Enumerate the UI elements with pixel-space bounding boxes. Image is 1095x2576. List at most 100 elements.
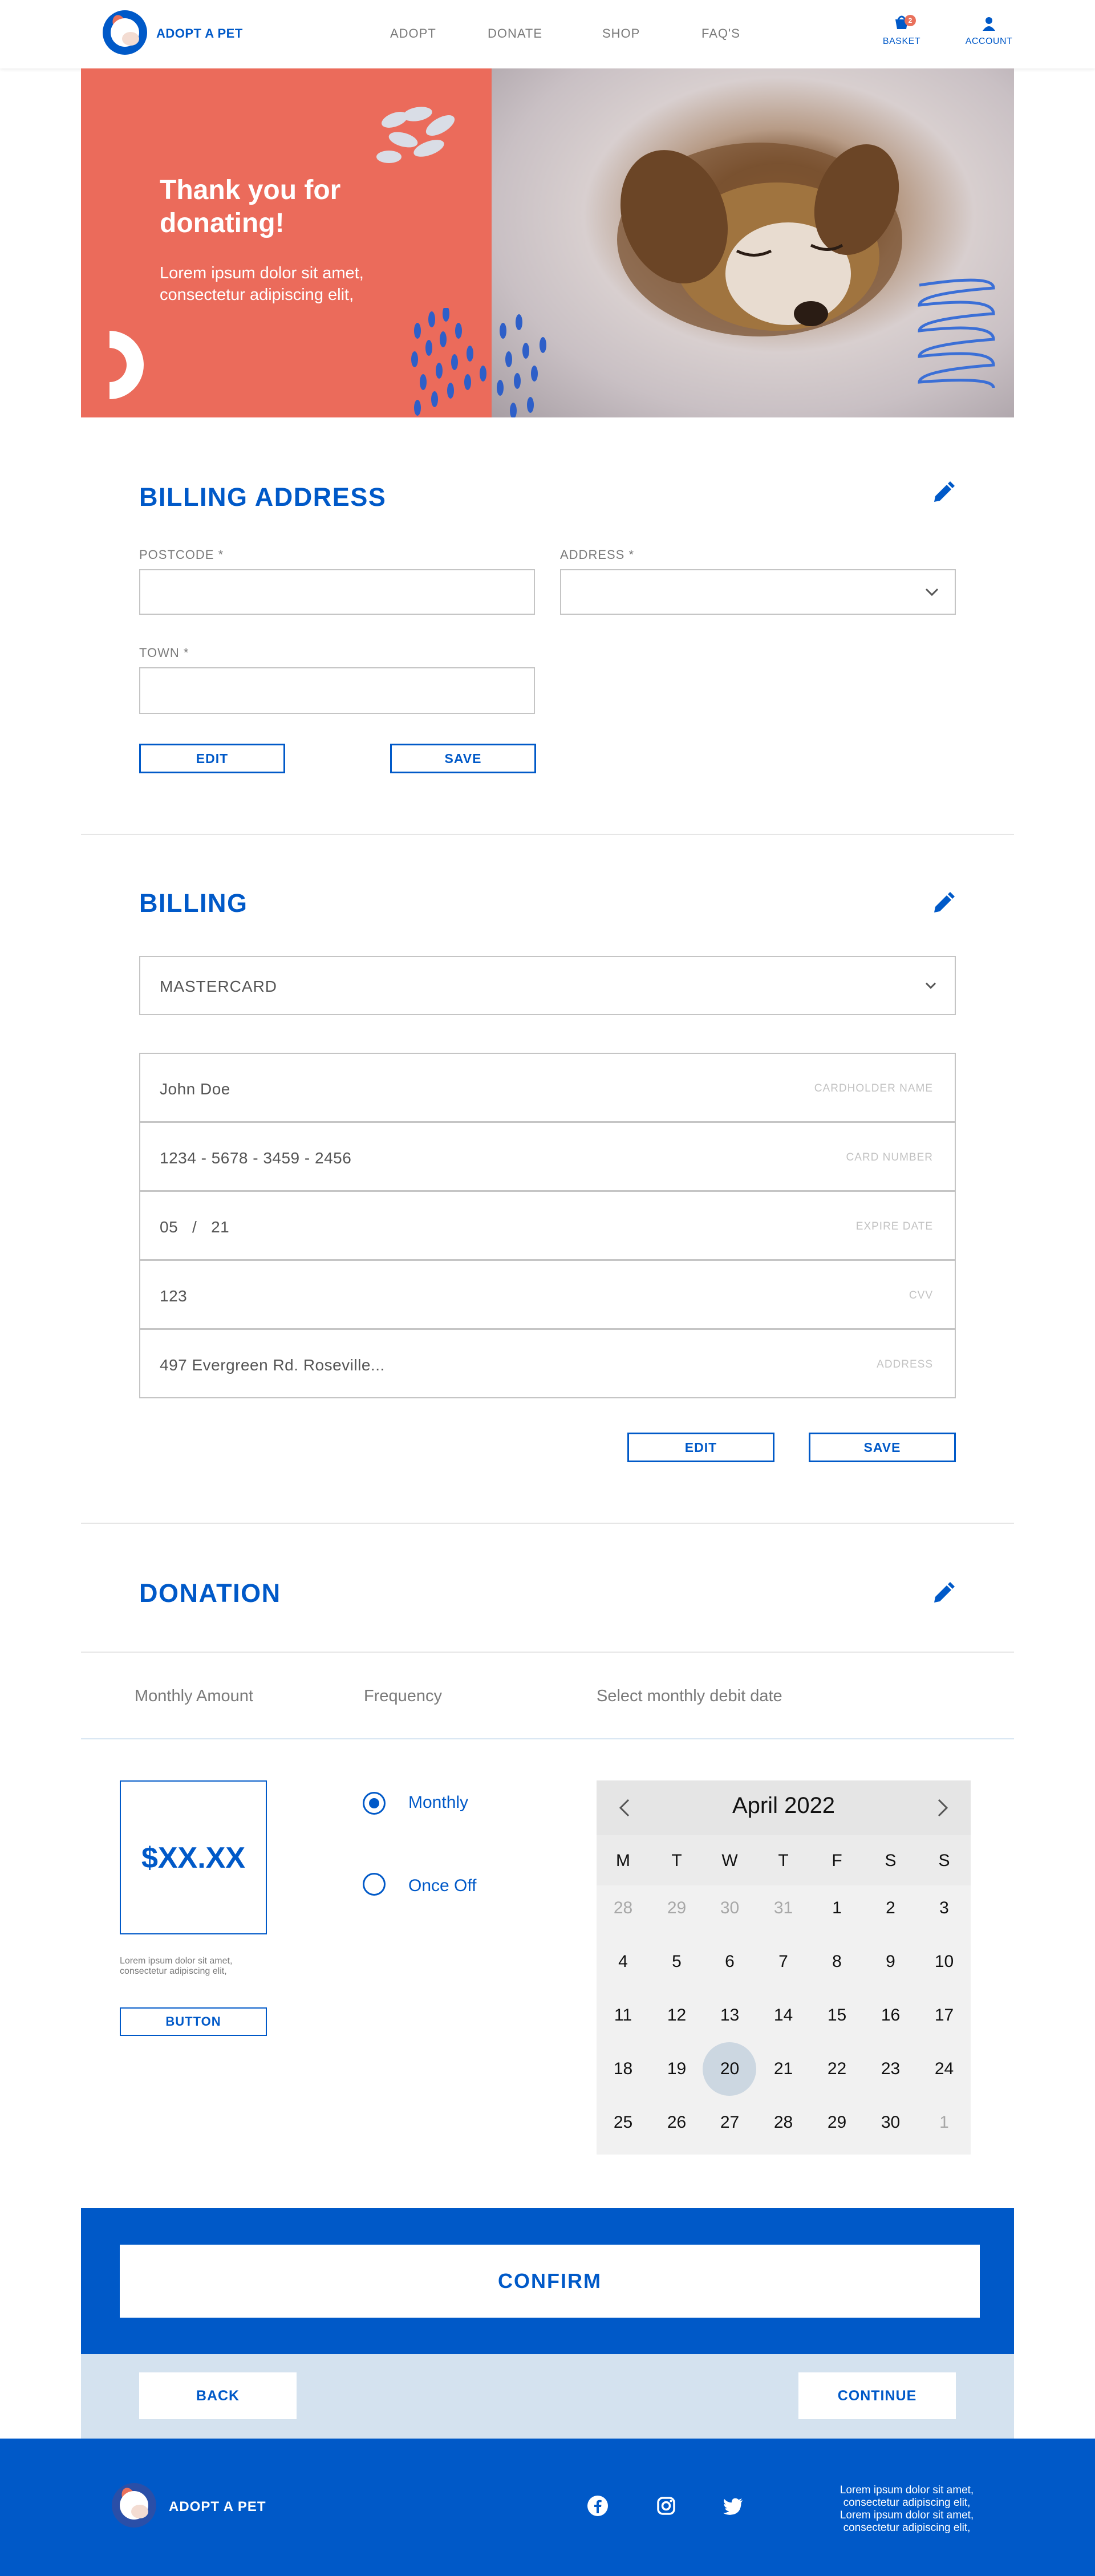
calendar-day[interactable]: 1 [918,2113,971,2132]
weekday-label: M [616,1851,630,1870]
address-edit-button[interactable]: EDIT [139,744,285,773]
calendar-day[interactable]: 30 [703,1898,756,1918]
weekday-label: S [938,1851,950,1870]
weekday-label: T [671,1851,682,1870]
billing-title: BILLING [139,889,248,918]
calendar-day[interactable]: 27 [703,2113,756,2132]
footer-brand[interactable]: ADOPT A PET [169,2499,266,2515]
calendar-day-selected[interactable]: 20 [703,2059,756,2079]
decor-petals [376,107,455,163]
town-input[interactable] [139,667,535,714]
nav-faqs[interactable]: FAQ'S [701,26,740,41]
donation-title: DONATION [139,1579,281,1608]
monthly-amount-header: Monthly Amount [135,1687,253,1705]
calendar-day[interactable]: 22 [810,2059,863,2079]
chevron-right-icon[interactable] [936,1798,949,1818]
edit-pencil-icon[interactable] [928,479,957,508]
calendar-day[interactable]: 21 [757,2059,810,2079]
edit-pencil-icon[interactable] [928,890,957,918]
calendar-day[interactable]: 7 [757,1952,810,1971]
calendar-day[interactable]: 24 [918,2059,971,2079]
calendar-day[interactable]: 14 [757,2006,810,2025]
hero-title: Thank you for donating! [160,175,341,238]
calendar-day[interactable]: 12 [650,2006,703,2025]
twitter-icon[interactable] [722,2494,745,2517]
facebook-icon[interactable] [586,2494,609,2517]
frequency-monthly-radio[interactable] [363,1792,386,1815]
frequency-once-label[interactable]: Once Off [408,1876,477,1896]
calendar-day[interactable]: 1 [810,1898,863,1918]
calendar-header: April 2022 [597,1780,971,1835]
calendar-day[interactable]: 25 [597,2113,650,2132]
calendar-day[interactable]: 5 [650,1952,703,1971]
calendar-day[interactable]: 15 [810,2006,863,2025]
calendar-day[interactable]: 11 [597,2006,650,2025]
basket-count-badge: 2 [905,15,916,26]
card-number-field[interactable]: 1234 - 5678 - 3459 - 2456 CARD NUMBER [139,1122,956,1191]
instagram-icon[interactable] [655,2494,678,2517]
cardholder-name-field[interactable]: John Doe CARDHOLDER NAME [139,1053,956,1122]
weekday-label: F [832,1851,842,1870]
edit-pencil-icon[interactable] [928,1580,957,1608]
calendar-day[interactable]: 6 [703,1952,756,1971]
nav-adopt[interactable]: ADOPT [390,26,436,41]
calendar-day[interactable]: 29 [810,2113,863,2132]
chevron-down-icon [925,982,936,989]
calendar-day[interactable]: 13 [703,2006,756,2025]
decor-scribble [918,278,995,388]
calendar-day[interactable]: 29 [650,1898,703,1918]
calendar-day[interactable]: 8 [810,1952,863,1971]
card-type-select[interactable]: MASTERCARD [139,956,956,1015]
section-divider [81,1738,1014,1739]
calendar-day[interactable]: 3 [918,1898,971,1918]
calendar-day[interactable]: 18 [597,2059,650,2079]
billing-address-field[interactable]: 497 Evergreen Rd. Roseville... ADDRESS [139,1329,956,1398]
billing-address-title: BILLING ADDRESS [139,482,387,512]
confirm-button[interactable]: CONFIRM [120,2245,980,2318]
calendar-day[interactable]: 17 [918,2006,971,2025]
footer-text: Lorem ipsum dolor sit amet, consectetur … [840,2484,974,2534]
hero-panel: Thank you for donating! Lorem ipsum dolo… [81,68,492,417]
billing-save-button[interactable]: SAVE [809,1433,956,1462]
user-icon [983,17,995,31]
decor-dots-right [497,314,546,417]
calendar-day[interactable]: 28 [757,2113,810,2132]
expire-date-field[interactable]: 05 / 21 EXPIRE DATE [139,1191,956,1260]
calendar-day[interactable]: 28 [597,1898,650,1918]
amount-box[interactable]: $XX.XX [120,1780,267,1934]
postcode-input[interactable] [139,569,535,615]
cvv-field[interactable]: 123 CVV [139,1260,956,1329]
calendar-weekdays: M T W T F S S [597,1835,971,1885]
calendar-day[interactable]: 2 [864,1898,917,1918]
basket-button[interactable]: BASKET [876,14,927,47]
calendar-day[interactable]: 31 [757,1898,810,1918]
logo-icon[interactable] [112,2483,156,2528]
brand-name[interactable]: ADOPT A PET [156,26,243,41]
frequency-monthly-label[interactable]: Monthly [408,1793,468,1812]
address-select[interactable] [560,569,956,615]
debit-date-header: Select monthly debit date [597,1687,782,1705]
account-button[interactable]: ACCOUNT [960,16,1017,47]
hero-puppy-image [492,68,1014,417]
calendar-day[interactable]: 23 [864,2059,917,2079]
amount-button[interactable]: BUTTON [120,2007,267,2036]
continue-button[interactable]: CONTINUE [798,2372,956,2419]
address-save-button[interactable]: SAVE [390,744,536,773]
calendar-day[interactable]: 30 [864,2113,917,2132]
calendar-day[interactable]: 26 [650,2113,703,2132]
step-navigation: BACK CONTINUE [81,2354,1014,2439]
frequency-once-radio[interactable] [363,1873,386,1896]
billing-edit-button[interactable]: EDIT [627,1433,774,1462]
calendar-day[interactable]: 4 [597,1952,650,1971]
logo-icon[interactable] [103,10,147,55]
calendar-day[interactable]: 10 [918,1952,971,1971]
nav-donate[interactable]: DONATE [488,26,542,41]
calendar-day[interactable]: 19 [650,2059,703,2079]
calendar-day[interactable]: 16 [864,2006,917,2025]
calendar-month-title: April 2022 [732,1793,836,1818]
weekday-label: S [885,1851,897,1870]
calendar-day[interactable]: 9 [864,1952,917,1971]
chevron-left-icon[interactable] [618,1798,631,1818]
nav-shop[interactable]: SHOP [602,26,640,41]
back-button[interactable]: BACK [139,2372,297,2419]
